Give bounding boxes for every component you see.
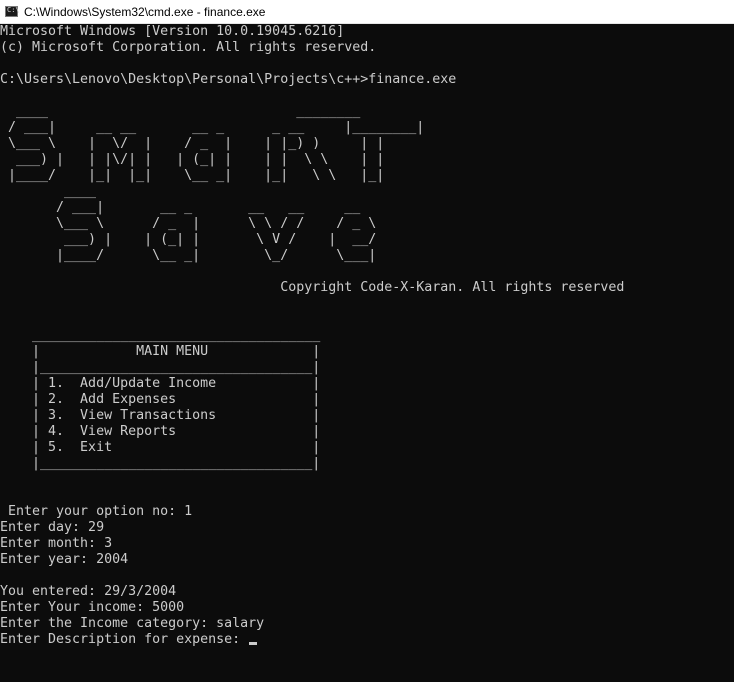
menu-item: | 5. Exit | [0, 440, 321, 455]
active-prompt-text: Enter Description for expense: [0, 632, 249, 647]
ascii-art-line: |____/ \__ _| \_/ \___| [0, 248, 377, 263]
menu-border: |__________________________________| [0, 360, 321, 375]
copyright-line: Copyright Code-X-Karan. All rights reser… [0, 280, 625, 295]
prompt-line: Enter month: 3 [0, 536, 113, 551]
text-cursor[interactable] [249, 642, 258, 645]
ascii-art-line: ___) | | |\/| | | (_| | | | \ \ | | [0, 152, 385, 167]
ascii-art-line: ____ [0, 184, 97, 199]
console-output[interactable]: Microsoft Windows [Version 10.0.19045.62… [0, 24, 734, 682]
prompt-line: Enter the Income category: salary [0, 616, 265, 631]
ascii-art-line: |____/ |_| |_| \__ _| |_| \ \ |_| [0, 168, 385, 183]
ascii-art-line: / ___| __ _ __ __ __ [0, 200, 361, 215]
prompt-line: Enter year: 2004 [0, 552, 129, 567]
prompt-line: You entered: 29/3/2004 [0, 584, 177, 599]
menu-title: | MAIN MENU | [0, 344, 321, 359]
console-line: (c) Microsoft Corporation. All rights re… [0, 40, 377, 55]
window-title: C:\Windows\System32\cmd.exe - finance.ex… [24, 4, 266, 19]
ascii-art-line: \___ \ / _ | \ \ / / / _ \ [0, 216, 377, 231]
menu-border: ____________________________________ [0, 328, 321, 343]
menu-item: | 2. Add Expenses | [0, 392, 321, 407]
console-line: C:\Users\Lenovo\Desktop\Personal\Project… [0, 72, 457, 87]
ascii-art-line: / ___| __ __ __ _ _ __ |________| [0, 120, 425, 135]
prompt-line: Enter Your income: 5000 [0, 600, 185, 615]
active-prompt-line[interactable]: Enter Description for expense: [0, 632, 734, 648]
menu-border: |__________________________________| [0, 456, 321, 471]
cmd-window: C:\Windows\System32\cmd.exe - finance.ex… [0, 0, 734, 682]
cmd-icon[interactable] [5, 6, 20, 17]
console-line: Microsoft Windows [Version 10.0.19045.62… [0, 24, 345, 39]
prompt-line: Enter day: 29 [0, 520, 105, 535]
ascii-art-line: \___ \ | \/ | / _ | | |_) ) | | [0, 136, 385, 151]
menu-item: | 1. Add/Update Income | [0, 376, 321, 391]
ascii-art-line: ____ ________ [0, 104, 361, 119]
ascii-art-line: ___) | | (_| | \ V / | __/ [0, 232, 377, 247]
menu-item: | 4. View Reports | [0, 424, 321, 439]
title-bar[interactable]: C:\Windows\System32\cmd.exe - finance.ex… [0, 0, 734, 24]
prompt-line: Enter your option no: 1 [0, 504, 193, 519]
menu-item: | 3. View Transactions | [0, 408, 321, 423]
